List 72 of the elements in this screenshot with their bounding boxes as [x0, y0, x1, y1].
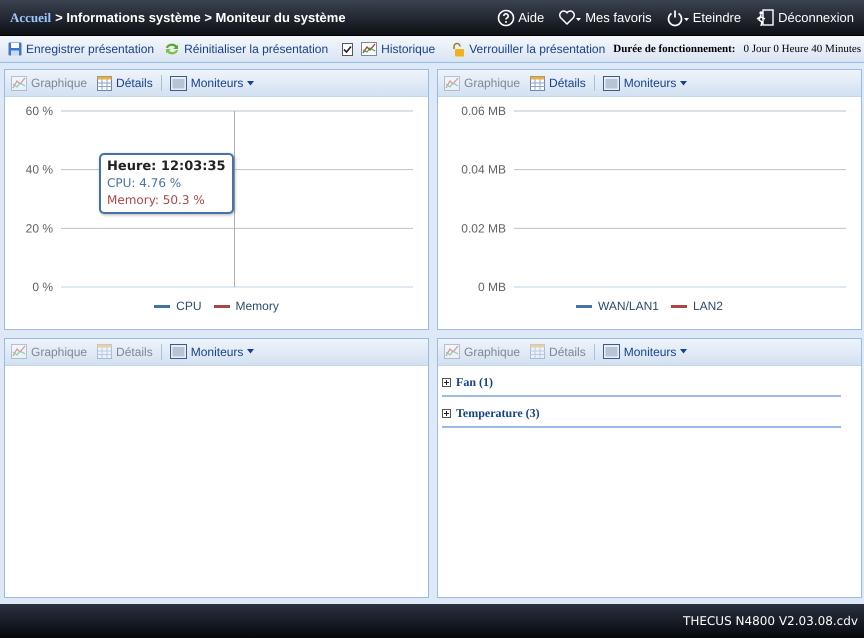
uptime-value: 0 Jour 0 Heure 40 Minutes — [743, 43, 862, 55]
monitors-button[interactable]: Moniteurs — [600, 76, 690, 90]
lock-button[interactable]: Verrouiller la présentation — [449, 42, 608, 56]
axis-label: 40 % — [26, 162, 53, 177]
padlock-icon — [451, 42, 466, 56]
table-icon — [97, 344, 112, 359]
help-link[interactable]: Aide — [497, 8, 544, 26]
caret-icon — [247, 349, 254, 354]
caret-icon — [247, 80, 254, 86]
power-link[interactable]: Eteindre — [666, 8, 742, 26]
line-chart-icon — [444, 76, 460, 90]
table-icon — [530, 76, 546, 90]
home-link[interactable]: Accueil — [10, 10, 52, 26]
logout-link[interactable]: Déconnexion — [755, 8, 854, 26]
axis-label: 0.02 MB — [461, 221, 506, 236]
monitors-button[interactable]: Moniteurs — [168, 76, 256, 90]
axis-label: 0 MB — [478, 280, 506, 294]
heart-icon — [558, 8, 582, 26]
axis-label: 60 % — [26, 104, 53, 118]
legend-item[interactable]: CPU — [154, 299, 202, 313]
table-icon — [97, 76, 112, 90]
breadcrumb-path: > Informations système > Moniteur du système — [55, 10, 346, 24]
expand-icon[interactable] — [442, 408, 451, 418]
window-icon — [170, 344, 187, 359]
monitors-button[interactable]: Moniteurs — [168, 344, 256, 359]
details-button[interactable]: Détails — [95, 76, 155, 90]
monitors-button[interactable]: Moniteurs — [600, 344, 690, 359]
line-chart-icon — [11, 76, 27, 90]
link-label: Déconnexion — [778, 10, 854, 25]
save-button[interactable]: Enregistrer présentation — [6, 42, 156, 56]
table-icon — [530, 344, 546, 359]
caret-icon — [680, 349, 688, 354]
axis-label: 0.06 MB — [461, 104, 506, 118]
link-label: Eteindre — [692, 10, 742, 25]
tooltip-line: CPU: 4.76 % — [107, 175, 182, 192]
checkbox[interactable] — [342, 42, 354, 56]
legend-label: Memory — [236, 299, 279, 313]
group-label: Temperature (3) — [456, 406, 540, 420]
version-text: THECUS N4800 V2.03.08.cdv — [682, 614, 858, 628]
refresh-icon — [164, 42, 180, 56]
axis-label: 0 % — [32, 280, 53, 294]
window-icon — [602, 76, 620, 90]
caret-icon — [680, 80, 688, 86]
line-chart-icon — [361, 42, 378, 56]
group-label: Fan (1) — [456, 374, 493, 390]
logout-icon — [755, 8, 776, 26]
axis-label: 0.04 MB — [461, 162, 506, 177]
tooltip-line: Memory: 50.3 % — [107, 192, 206, 209]
reset-button[interactable]: Réinitialiser la présentation — [162, 42, 330, 56]
favorites-link[interactable]: Mes favoris — [558, 8, 652, 26]
axis-label: 20 % — [26, 221, 53, 236]
legend-label: CPU — [176, 299, 202, 313]
details-button[interactable]: Détails — [528, 76, 588, 90]
legend-item[interactable]: LAN2 — [670, 299, 723, 313]
legend-item[interactable]: Memory — [214, 299, 279, 313]
line-chart-icon — [11, 344, 27, 359]
legend-label: WAN/LAN1 — [598, 299, 659, 313]
group-header[interactable]: Temperature (3) — [442, 396, 841, 428]
legend-label: LAN2 — [692, 299, 723, 313]
window-icon — [602, 344, 620, 359]
window-icon — [170, 76, 187, 90]
group-header[interactable]: Fan (1) — [442, 366, 841, 396]
help-icon — [497, 8, 516, 26]
tooltip-title: Heure: 12:03:35 — [107, 158, 226, 175]
expand-icon[interactable] — [442, 378, 451, 386]
link-label: Mes favoris — [585, 10, 652, 25]
power-icon — [666, 8, 690, 26]
history-button[interactable]: Historique — [359, 42, 438, 56]
legend-item[interactable]: WAN/LAN1 — [576, 299, 659, 313]
link-label: Aide — [518, 10, 544, 25]
line-chart-icon — [444, 344, 460, 359]
uptime-label: Durée de fonctionnement: — [613, 43, 736, 55]
